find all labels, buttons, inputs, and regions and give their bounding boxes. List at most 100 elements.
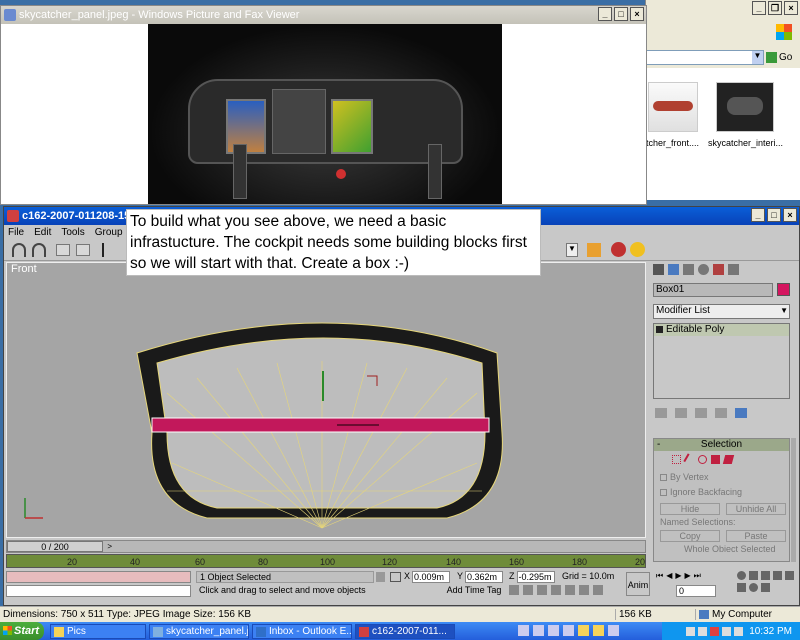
create-tab-icon[interactable] (653, 264, 664, 275)
add-time-tag-button[interactable]: Add Time Tag (444, 585, 504, 597)
tray-app-icon-6[interactable] (593, 625, 604, 636)
remove-modifier-icon[interactable] (715, 408, 727, 418)
unhide-all-button[interactable]: Unhide All (726, 503, 786, 515)
menu-group[interactable]: Group (95, 227, 123, 238)
thumbnail-front[interactable] (648, 82, 698, 132)
prev-frame-icon[interactable]: ◀ (666, 571, 672, 581)
selection-set-dropdown[interactable]: ▼ (566, 243, 578, 257)
object-name-field[interactable]: Box01 (653, 283, 773, 297)
track-bar[interactable]: 20 40 60 80 100 120 140 160 180 20 (6, 554, 646, 568)
go-button[interactable]: Go (766, 50, 798, 65)
tray-app-icon-1[interactable] (518, 625, 529, 636)
zoom-all-icon[interactable] (749, 571, 758, 580)
taskbar-item-max[interactable]: c162-2007-011... (355, 623, 455, 639)
anim-key-button[interactable]: Anim (626, 572, 650, 596)
frame-input[interactable]: 0 (676, 585, 716, 597)
region-zoom-icon[interactable] (785, 571, 794, 580)
y-input[interactable]: 0.362m (465, 571, 504, 583)
time-slider[interactable]: 0 / 200 > (6, 540, 646, 553)
minimize-icon[interactable]: _ (752, 1, 766, 15)
motion-tab-icon[interactable] (698, 264, 709, 275)
snap-icon[interactable] (523, 585, 533, 595)
zoom-icon[interactable] (737, 571, 746, 580)
link-icon[interactable] (56, 244, 70, 256)
menu-edit[interactable]: Edit (34, 227, 51, 238)
close-icon[interactable]: × (630, 7, 644, 21)
undo-icon[interactable] (12, 243, 26, 257)
zoom-extents-all-icon[interactable] (773, 571, 782, 580)
tray-app-icon-7[interactable] (608, 625, 619, 636)
slider-next-icon[interactable]: > (107, 542, 112, 552)
copy-button[interactable]: Copy (660, 530, 720, 542)
maxscript-output[interactable] (6, 585, 191, 597)
play-icon[interactable]: ▶ (675, 571, 681, 581)
spinner-snap-icon[interactable] (565, 585, 575, 595)
pin-stack-icon[interactable] (655, 408, 667, 418)
utilities-tab-icon[interactable] (728, 264, 739, 275)
paste-button[interactable]: Paste (726, 530, 786, 542)
menu-tools[interactable]: Tools (61, 227, 84, 238)
stack-item-editable-poly[interactable]: Editable Poly (654, 324, 789, 336)
printer-icon[interactable] (734, 626, 744, 636)
edge-icon[interactable] (683, 453, 696, 466)
taskbar-item-viewer[interactable]: skycatcher_panel.j... (149, 623, 249, 639)
modify-tab-icon[interactable] (668, 264, 679, 275)
show-end-result-icon[interactable] (675, 408, 687, 418)
maxscript-listener[interactable] (6, 571, 191, 583)
taskbar-item-outlook[interactable]: Inbox - Outlook E... (252, 623, 352, 639)
display-tab-icon[interactable] (713, 264, 724, 275)
volume-icon[interactable] (686, 626, 696, 636)
hierarchy-tab-icon[interactable] (683, 264, 694, 275)
close-icon[interactable]: × (784, 1, 798, 15)
maximize-viewport-icon[interactable] (761, 583, 770, 592)
x-input[interactable]: 0.009m (412, 571, 451, 583)
absolute-mode-icon[interactable] (390, 572, 401, 582)
close-icon[interactable]: × (783, 208, 797, 222)
start-button[interactable]: Start (0, 622, 44, 640)
zoom-extents-icon[interactable] (761, 571, 770, 580)
minimize-icon[interactable]: _ (598, 7, 612, 21)
tray-app-icon-3[interactable] (548, 625, 559, 636)
ignore-backfacing-checkbox[interactable]: Ignore Backfacing (660, 487, 789, 497)
shield-icon[interactable] (710, 626, 720, 636)
rollout-title[interactable]: - Selection (654, 439, 789, 451)
box01-object[interactable] (151, 417, 490, 433)
goto-end-icon[interactable]: ⏭ (694, 571, 701, 581)
tray-app-icon-2[interactable] (533, 625, 544, 636)
render-setup-icon[interactable] (611, 242, 626, 257)
time-slider-thumb[interactable]: 0 / 200 > (7, 541, 112, 552)
mirror-key-icon[interactable] (593, 585, 603, 595)
maximize-icon[interactable]: □ (767, 208, 781, 222)
taskbar-item-pics[interactable]: Pics (50, 623, 146, 639)
quick-render-icon[interactable] (630, 242, 645, 257)
select-arrow-icon[interactable] (102, 243, 112, 257)
tray-app-icon-5[interactable] (578, 625, 589, 636)
modifier-list-dropdown[interactable]: Modifier List ▼ (653, 304, 790, 319)
angle-snap-icon[interactable] (537, 585, 547, 595)
thumbnail-interior[interactable] (716, 82, 774, 132)
tray-app-icon-4[interactable] (563, 625, 574, 636)
z-input[interactable]: -0.295m (516, 571, 555, 583)
edit-named-sel-icon[interactable] (579, 585, 589, 595)
redo-icon[interactable] (32, 243, 46, 257)
address-dropdown-icon[interactable]: ▼ (752, 51, 763, 64)
border-icon[interactable] (698, 455, 707, 464)
menu-file[interactable]: File (8, 227, 24, 238)
configure-sets-icon[interactable] (735, 408, 747, 418)
panel-scrollbar[interactable] (791, 438, 796, 562)
polygon-icon[interactable] (711, 455, 720, 464)
orbit-icon[interactable] (749, 583, 758, 592)
goto-start-icon[interactable]: ⏮ (656, 571, 663, 581)
by-vertex-checkbox[interactable]: By Vertex (660, 472, 789, 482)
object-color-swatch[interactable] (777, 283, 790, 296)
restore-icon[interactable]: ❐ (768, 1, 782, 15)
update-icon[interactable] (722, 626, 732, 636)
maximize-icon[interactable]: □ (614, 7, 628, 21)
unlink-icon[interactable] (76, 244, 90, 256)
hide-button[interactable]: Hide (660, 503, 720, 515)
percent-snap-icon[interactable] (551, 585, 561, 595)
address-input[interactable] (646, 50, 764, 65)
vertex-icon[interactable] (672, 455, 681, 464)
mirror-icon[interactable] (587, 243, 601, 257)
network-icon[interactable] (698, 626, 708, 636)
